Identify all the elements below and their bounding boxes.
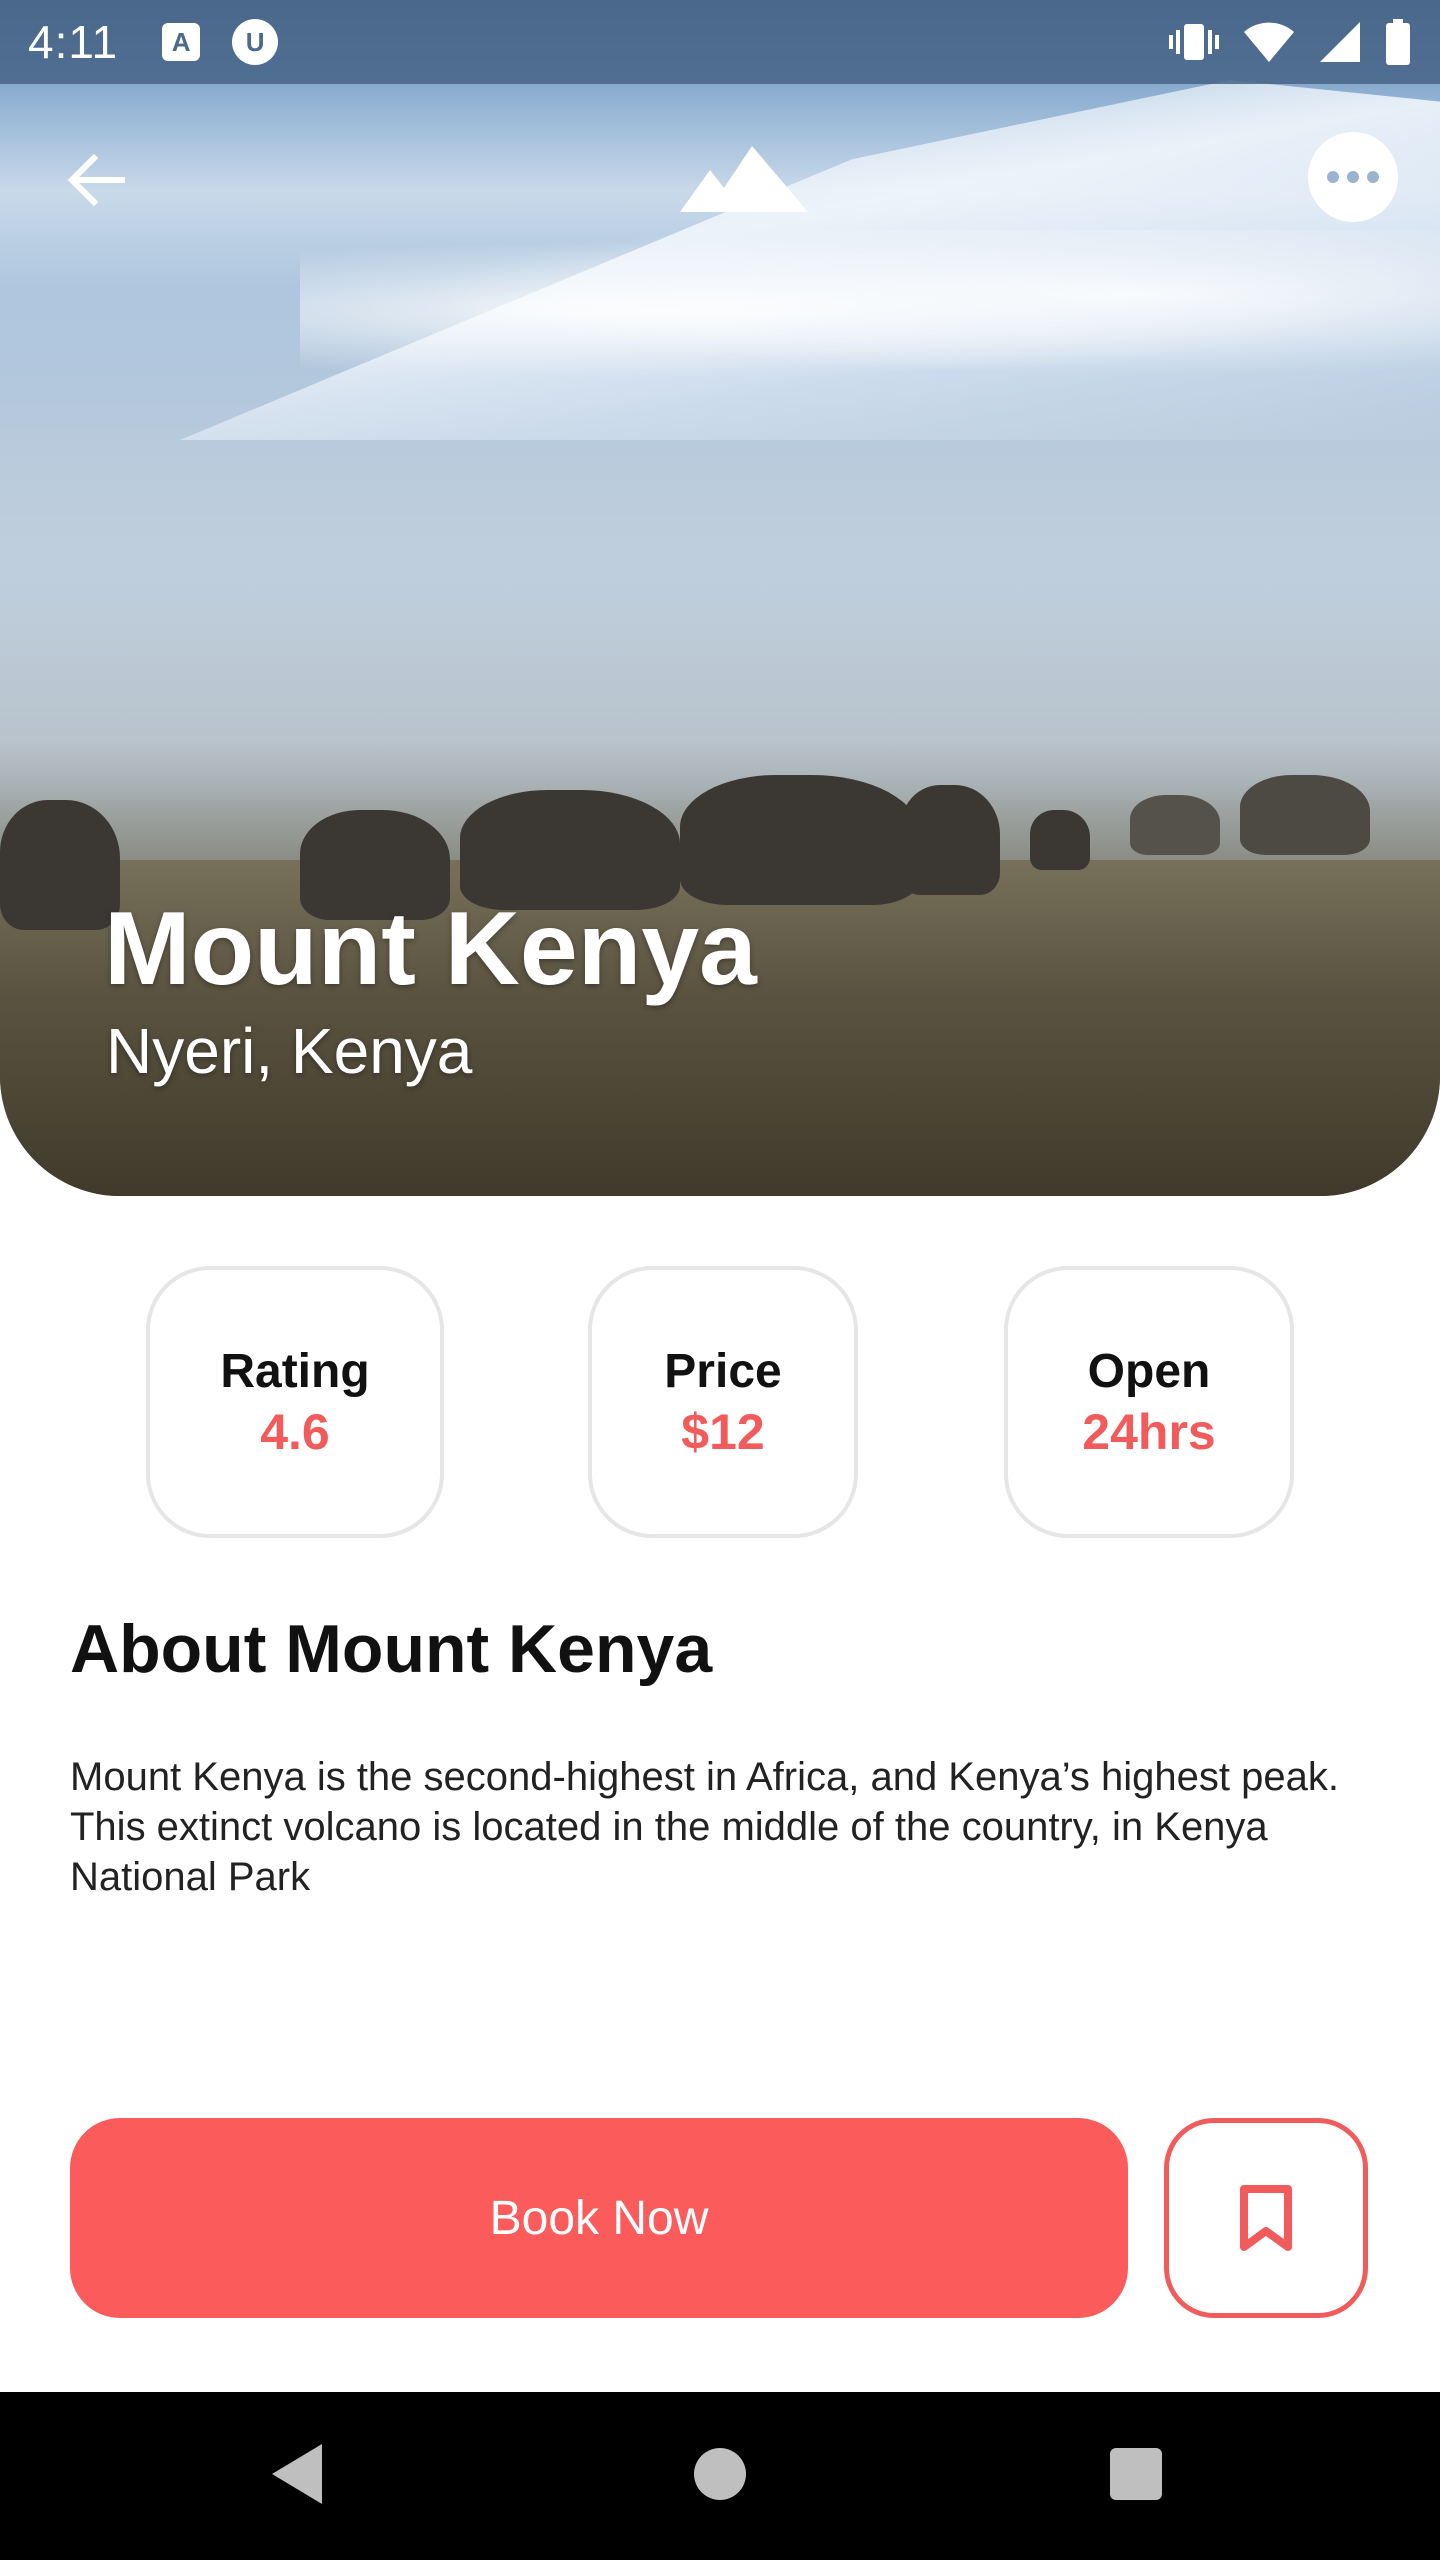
stat-label: Rating [220,1344,370,1398]
top-navigation [0,120,1440,240]
nav-recents-icon[interactable] [1110,2448,1162,2500]
signal-icon [1320,22,1360,62]
elephant [680,775,920,905]
book-now-label: Book Now [489,2191,709,2245]
hero-image: 4:11 A U Mount Kenya Nyeri, Kenya [0,0,1440,1196]
stat-label: Price [664,1344,782,1398]
arrow-left-icon [67,153,125,207]
hours-card: Open 24hrs [1004,1266,1294,1538]
bookmark-button[interactable] [1164,2118,1368,2318]
elephant [900,785,1000,895]
clouds [300,230,1440,390]
bookmark-icon [1240,2185,1292,2251]
elephant [1030,810,1090,870]
haze [0,380,1440,800]
elephant [1240,775,1370,855]
nav-home-icon[interactable] [694,2448,746,2500]
more-horizontal-icon [1327,171,1379,183]
place-title: Mount Kenya [104,891,757,1007]
status-time: 4:11 [28,16,119,68]
book-now-button[interactable]: Book Now [70,2118,1128,2318]
about-description: Mount Kenya is the second-highest in Afr… [70,1755,1339,1899]
rating-card: Rating 4.6 [146,1266,444,1538]
stat-label: Open [1087,1344,1211,1398]
status-indicators [1168,19,1412,65]
stat-value: 4.6 [260,1403,330,1460]
about-title: About Mount Kenya [70,1611,713,1687]
elephant [0,800,120,930]
notification-app-icon: U [232,19,279,65]
notification-app-icon: A [162,23,201,61]
elephant [1130,795,1220,855]
stat-value: 24hrs [1082,1403,1216,1460]
nav-back-icon[interactable] [270,2442,326,2506]
vibrate-icon [1169,24,1219,60]
place-location: Nyeri, Kenya [106,1015,473,1087]
more-options-button[interactable] [1308,132,1398,222]
price-card: Price $12 [588,1266,858,1538]
mountain-logo-icon [680,140,812,220]
back-button[interactable] [56,140,136,220]
stat-value: $12 [681,1403,765,1460]
battery-icon [1386,19,1410,65]
wifi-icon [1244,22,1294,62]
system-navigation-bar [0,2392,1440,2560]
status-bar: 4:11 A U [0,0,1440,84]
